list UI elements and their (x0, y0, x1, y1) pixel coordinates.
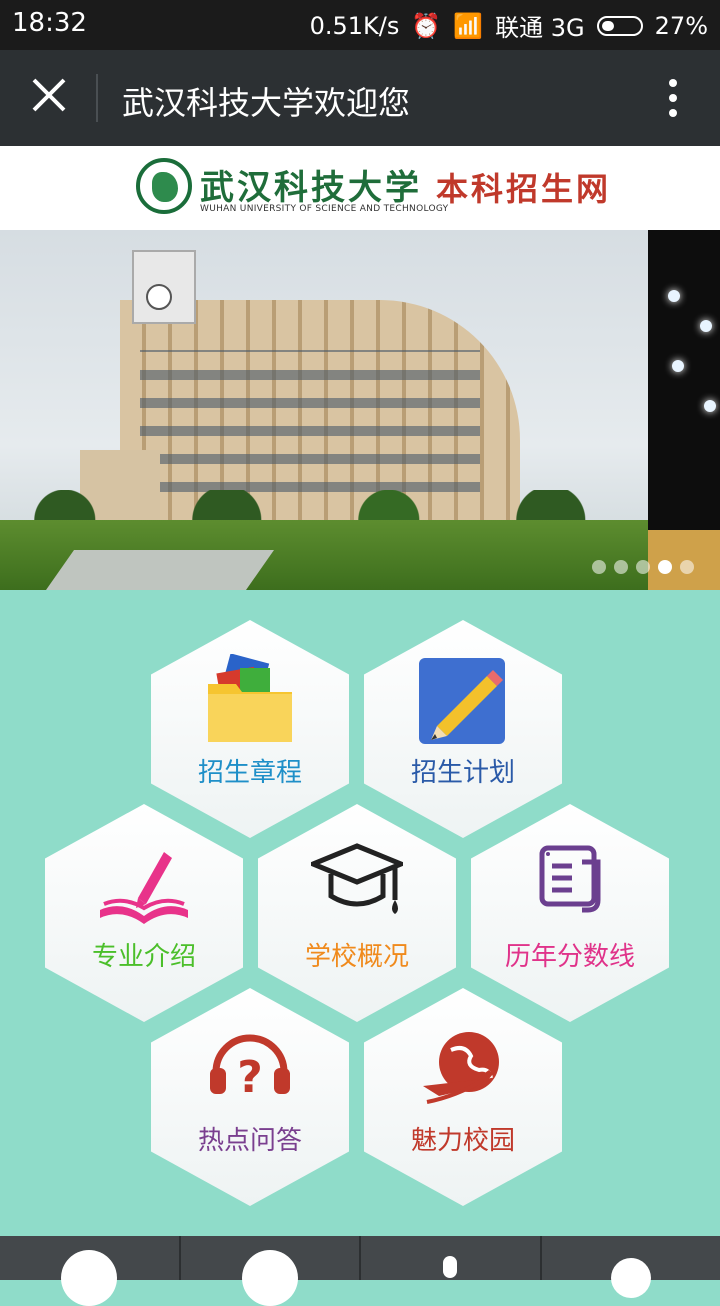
site-name: 本科招生网 (436, 164, 611, 210)
battery-level: 27% (655, 12, 708, 40)
carousel-dot[interactable] (636, 560, 650, 574)
menu-item-label: 魅力校园 (364, 1120, 562, 1157)
stage-light (672, 360, 684, 372)
status-time: 18:32 (12, 8, 87, 38)
bottom-tab-bar (0, 1236, 720, 1280)
alarm-icon: ⏰ (411, 12, 441, 40)
clock-face (146, 284, 172, 310)
menu-item-label: 历年分数线 (471, 936, 669, 973)
tab-location[interactable] (361, 1236, 542, 1280)
walkway (46, 550, 274, 590)
building-windows (140, 350, 480, 510)
banner-carousel[interactable] (0, 230, 720, 590)
graduation-cap-icon (311, 838, 403, 930)
stage-light (700, 320, 712, 332)
globe-icon (61, 1250, 117, 1306)
university-name: 武汉科技大学 (200, 160, 422, 209)
network-speed: 0.51K/s (310, 12, 400, 40)
carousel-dot[interactable] (614, 560, 628, 574)
headset-question-icon: ? (204, 1022, 296, 1114)
menu-item-score-history[interactable]: 历年分数线 (471, 804, 669, 1022)
battery-icon (597, 16, 643, 36)
menu-item-admission-plan[interactable]: 招生计划 (364, 620, 562, 838)
menu-item-admission-rules[interactable]: 招生章程 (151, 620, 349, 838)
scores-icon (524, 838, 616, 930)
globe-plane-icon (417, 1022, 509, 1114)
status-bar: 18:32 0.51K/s ⏰ 📶 联通 3G 27% (0, 0, 720, 50)
menu-grid: 招生章程 招生计划 专业介绍 学校概况 (0, 590, 720, 1236)
menu-item-label: 招生计划 (364, 752, 562, 789)
title-divider (96, 74, 98, 122)
tab-globe[interactable] (0, 1236, 181, 1280)
location-icon (443, 1256, 457, 1278)
carousel-dot[interactable] (680, 560, 694, 574)
menu-item-majors[interactable]: 专业介绍 (45, 804, 243, 1022)
pencil-icon (417, 654, 509, 746)
close-icon[interactable] (28, 74, 70, 116)
menu-item-faq[interactable]: ? 热点问答 (151, 988, 349, 1206)
menu-item-label: 学校概况 (258, 936, 456, 973)
menu-item-label: 专业介绍 (45, 936, 243, 973)
carousel-indicators (592, 560, 694, 574)
menu-item-label: 招生章程 (151, 752, 349, 789)
folder-icon (204, 654, 296, 746)
disc-icon (242, 1250, 298, 1306)
status-right: 0.51K/s ⏰ 📶 联通 3G 27% (310, 8, 708, 43)
page-title: 武汉科技大学欢迎您 (122, 78, 410, 124)
tab-disc[interactable] (181, 1236, 362, 1280)
more-vertical-icon[interactable] (666, 78, 680, 118)
title-bar: 武汉科技大学欢迎您 (0, 50, 720, 146)
book-icon (98, 838, 190, 930)
wifi-icon: 📶 (453, 12, 483, 40)
tab-clover[interactable] (542, 1236, 720, 1280)
carousel-dot[interactable] (592, 560, 606, 574)
site-header: 武汉科技大学 WUHAN UNIVERSITY OF SCIENCE AND T… (0, 146, 720, 230)
menu-item-campus[interactable]: 魅力校园 (364, 988, 562, 1206)
university-logo (136, 158, 192, 214)
svg-text:?: ? (237, 1052, 263, 1103)
carousel-dot-active[interactable] (658, 560, 672, 574)
stage-light (704, 400, 716, 412)
carrier-label: 联通 3G (495, 8, 585, 43)
menu-item-school-overview[interactable]: 学校概况 (258, 804, 456, 1022)
university-english-name: WUHAN UNIVERSITY OF SCIENCE AND TECHNOLO… (200, 204, 448, 214)
stage-light (668, 290, 680, 302)
menu-item-label: 热点问答 (151, 1120, 349, 1157)
clover-icon (611, 1258, 651, 1298)
